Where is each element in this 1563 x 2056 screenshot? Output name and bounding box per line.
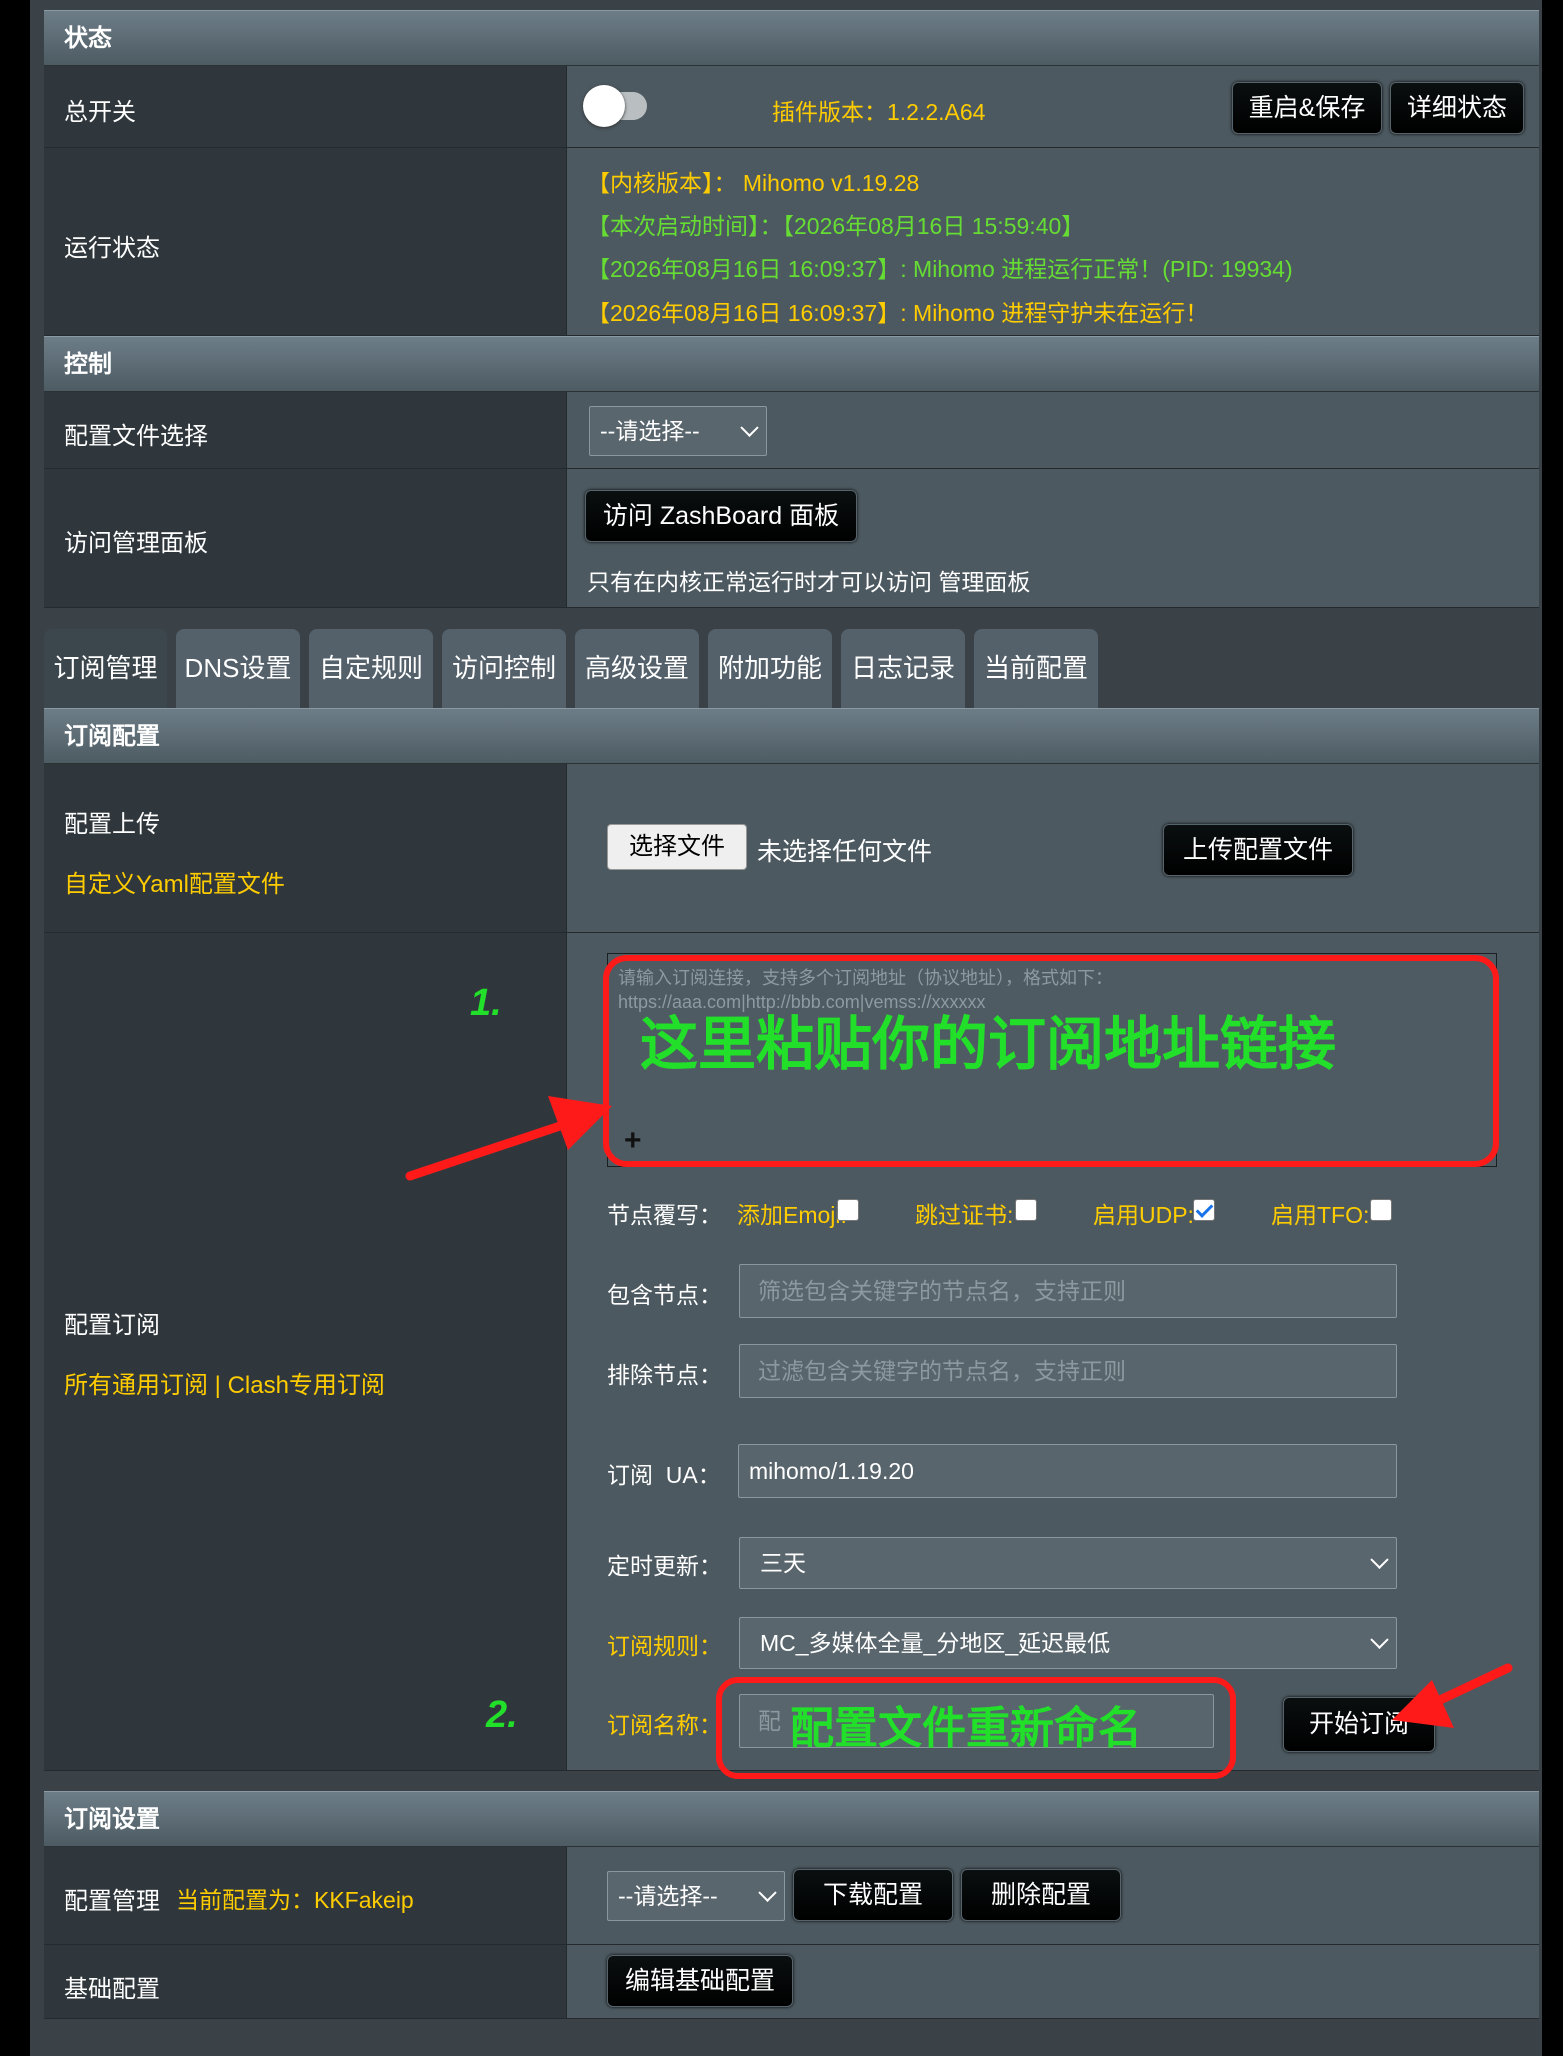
sub-settings-section-header: 订阅设置 [44, 1791, 1539, 1847]
run-status-label: 运行状态 [64, 235, 160, 262]
exclude-nodes-input[interactable]: 过滤包含关键字的节点名，支持正则 [739, 1344, 1397, 1398]
config-select-row: 配置文件选择 --请选择-- [44, 392, 1539, 469]
subscribe-label: 配置订阅 [64, 1312, 160, 1339]
current-config-text: 当前配置为：KKFakeip [176, 1887, 414, 1913]
include-nodes-label: 包含节点： [607, 1282, 722, 1308]
detail-status-button[interactable]: 详细状态 [1390, 82, 1524, 134]
option-emoji-checkbox[interactable] [837, 1199, 859, 1221]
base-config-label: 基础配置 [64, 1976, 160, 2003]
master-switch-toggle[interactable] [583, 85, 647, 127]
log-line-process-ok: 【2026年08月16日 16:09:37】: Mihomo 进程运行正常！(P… [587, 256, 1293, 282]
tab-custom-rules[interactable]: 自定规则 [309, 629, 433, 708]
control-section-header: 控制 [44, 336, 1539, 392]
exclude-nodes-label: 排除节点： [607, 1362, 722, 1388]
master-switch-row: 总开关 插件版本：1.2.2.A64 重启&保存 详细状态 [44, 66, 1539, 148]
ua-label: 订阅 UA： [607, 1462, 721, 1488]
option-tfo-checkbox[interactable] [1370, 1199, 1392, 1221]
annotation-step1-number: 1. [470, 982, 502, 1024]
status-section-header: 状态 [44, 10, 1539, 66]
chevron-down-icon [758, 1883, 777, 1902]
log-line-kernel: 【内核版本】： Mihomo v1.19.28 [587, 170, 920, 196]
base-config-row: 基础配置 编辑基础配置 [44, 1945, 1539, 2019]
option-tfo-label: 启用TFO: [1271, 1202, 1370, 1228]
upload-config-button[interactable]: 上传配置文件 [1163, 824, 1353, 876]
tab-current-config[interactable]: 当前配置 [974, 629, 1098, 708]
toggle-knob [583, 85, 625, 127]
tab-advanced[interactable]: 高级设置 [575, 629, 699, 708]
chevron-down-icon [740, 418, 759, 437]
update-interval-select[interactable]: 三天 [739, 1537, 1397, 1589]
dashboard-note: 只有在内核正常运行时才可以访问 管理面板 [587, 569, 1031, 595]
option-emoji-label: 添加Emoji: [737, 1202, 847, 1228]
update-label: 定时更新： [607, 1553, 722, 1579]
master-switch-label: 总开关 [64, 99, 136, 126]
annotation-step1-text: 这里粘贴你的订阅地址链接 [640, 1012, 1337, 1077]
rules-label: 订阅规则： [607, 1633, 722, 1659]
sub-config-section-header: 订阅配置 [44, 708, 1539, 764]
dashboard-label: 访问管理面板 [64, 530, 208, 557]
chevron-down-icon [1370, 1630, 1389, 1649]
ua-input[interactable]: mihomo/1.19.20 [738, 1444, 1397, 1498]
download-config-button[interactable]: 下载配置 [793, 1869, 953, 1921]
start-subscribe-button[interactable]: 开始订阅 [1283, 1697, 1435, 1752]
chevron-down-icon [1370, 1550, 1389, 1569]
option-udp-checkbox[interactable] [1193, 1199, 1215, 1221]
subscribe-sublabel: 所有通用订阅 | Clash专用订阅 [64, 1372, 385, 1399]
option-skip-cert-checkbox[interactable] [1015, 1199, 1037, 1221]
config-file-select[interactable]: --请选择-- [589, 406, 767, 456]
config-manage-select[interactable]: --请选择-- [607, 1871, 785, 1921]
option-skip-cert-label: 跳过证书: [915, 1202, 1014, 1228]
upload-row: 配置上传 自定义Yaml配置文件 选择文件 未选择任何文件 上传配置文件 [44, 764, 1539, 933]
zashboard-button[interactable]: 访问 ZashBoard 面板 [585, 490, 857, 542]
tab-subscription[interactable]: 订阅管理 [44, 629, 167, 708]
option-udp-label: 启用UDP: [1093, 1202, 1194, 1228]
tab-access-control[interactable]: 访问控制 [442, 629, 566, 708]
tab-logs[interactable]: 日志记录 [841, 629, 965, 708]
no-file-text: 未选择任何文件 [757, 838, 933, 866]
config-manage-row: 配置管理 当前配置为：KKFakeip --请选择-- 下载配置 删除配置 [44, 1847, 1539, 1945]
edit-base-config-button[interactable]: 编辑基础配置 [607, 1955, 793, 2007]
dashboard-row: 访问管理面板 访问 ZashBoard 面板 只有在内核正常运行时才可以访问 管… [44, 469, 1539, 608]
tab-extras[interactable]: 附加功能 [708, 629, 832, 708]
annotation-step2-text: 配置文件重新命名 [790, 1704, 1142, 1753]
log-line-start-time: 【本次启动时间】：【2026年08月16日 15:59:40】 [587, 213, 1085, 239]
config-manage-label: 配置管理 [64, 1888, 160, 1915]
plugin-version: 插件版本：1.2.2.A64 [772, 99, 986, 125]
tab-dns[interactable]: DNS设置 [176, 629, 300, 708]
config-select-label: 配置文件选择 [64, 423, 208, 450]
log-line-guard: 【2026年08月16日 16:09:37】: Mihomo 进程守护未在运行！ [587, 300, 1209, 326]
plus-icon: + [624, 1124, 642, 1157]
include-nodes-input[interactable]: 筛选包含关键字的节点名，支持正则 [739, 1264, 1397, 1318]
upload-sublabel: 自定义Yaml配置文件 [64, 871, 285, 898]
choose-file-button[interactable]: 选择文件 [607, 824, 747, 870]
delete-config-button[interactable]: 删除配置 [961, 1869, 1121, 1921]
node-override-label: 节点覆写： [607, 1202, 722, 1228]
sub-name-label: 订阅名称： [607, 1712, 722, 1738]
rules-select[interactable]: MC_多媒体全量_分地区_延迟最低 [739, 1617, 1397, 1669]
annotation-step2-number: 2. [486, 1694, 518, 1736]
restart-save-button[interactable]: 重启&保存 [1232, 82, 1382, 134]
run-status-row: 运行状态 【内核版本】： Mihomo v1.19.28 【本次启动时间】：【2… [44, 148, 1539, 336]
upload-label: 配置上传 [64, 811, 160, 838]
